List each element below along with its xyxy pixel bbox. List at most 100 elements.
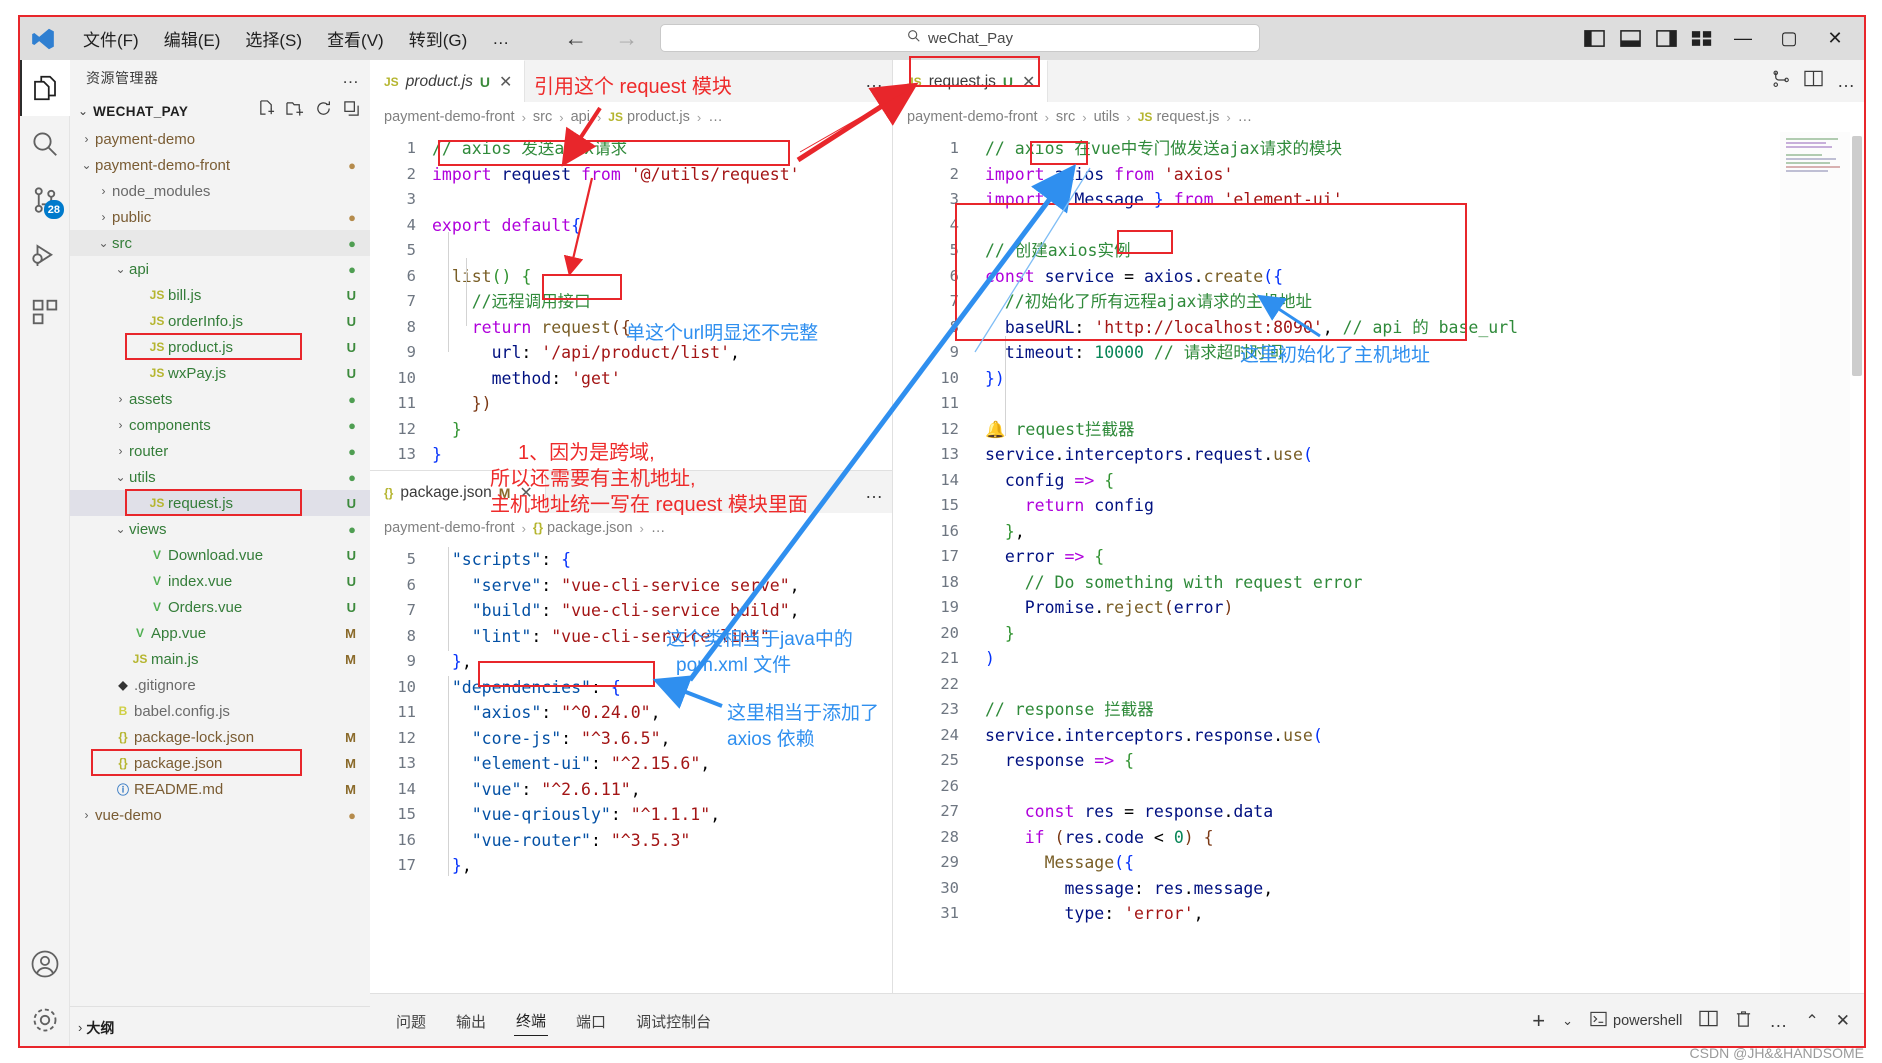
tab-product-js[interactable]: JS product.js U ✕ xyxy=(370,60,526,102)
code-line[interactable]: }, xyxy=(432,649,472,675)
code-line[interactable]: import { Message } from 'element-ui' xyxy=(985,187,1343,213)
code-line[interactable]: } xyxy=(432,442,442,468)
code-line[interactable]: timeout: 10000 // 请求超时时间 xyxy=(985,340,1283,366)
editor-scrollbar[interactable] xyxy=(1850,132,1864,993)
tree-item-main-js[interactable]: JS main.js M xyxy=(70,646,370,672)
new-folder-icon[interactable] xyxy=(286,100,304,122)
search-input[interactable]: weChat_Pay xyxy=(660,24,1260,52)
split-pane-icon[interactable] xyxy=(1804,70,1823,92)
tree-item-request-js[interactable]: JS request.js U xyxy=(70,489,370,516)
close-button[interactable]: ✕ xyxy=(1812,17,1858,60)
code-line[interactable]: }) xyxy=(432,391,492,417)
tree-item-orderinfo-js[interactable]: JS orderInfo.js U xyxy=(70,308,370,334)
code-line[interactable]: "vue": "^2.6.11", xyxy=(432,777,641,803)
tree-item-src[interactable]: ⌄ src ● xyxy=(70,230,370,256)
code-line[interactable]: "core-js": "^3.6.5", xyxy=(432,726,671,752)
code-line[interactable]: "vue-router": "^3.5.3" xyxy=(432,828,691,854)
activity-settings[interactable] xyxy=(20,992,70,1048)
panel-tab-调试控制台[interactable]: 调试控制台 xyxy=(634,1007,713,1036)
breadcrumb-request[interactable]: payment-demo-front › src › utils › JS reque… xyxy=(893,102,1864,132)
panel-maximize-icon[interactable]: ⌃ xyxy=(1805,1011,1818,1031)
chevron-right-icon[interactable]: › xyxy=(78,1020,82,1035)
code-line[interactable]: response => { xyxy=(985,748,1134,774)
menu-bar[interactable]: 文件(F) 编辑(E) 选择(S) 查看(V) 转到(G) … xyxy=(72,22,520,55)
code-line[interactable]: "scripts": { xyxy=(432,547,571,573)
chevron-right-icon[interactable]: › xyxy=(95,184,112,198)
editor-more-actions-icon[interactable]: … xyxy=(865,482,884,503)
breadcrumb-item[interactable]: payment-demo-front xyxy=(907,109,1038,125)
code-line[interactable]: // response 拦截器 xyxy=(985,697,1154,723)
code-line[interactable]: } xyxy=(985,621,1015,647)
code-line[interactable]: }, xyxy=(985,519,1025,545)
refresh-icon[interactable] xyxy=(315,100,332,122)
chevron-right-icon[interactable]: › xyxy=(95,210,112,224)
breadcrumb-item[interactable]: utils xyxy=(1094,109,1120,125)
code-line[interactable]: method: 'get' xyxy=(432,366,621,392)
menu-more[interactable]: … xyxy=(481,25,520,53)
explorer-more-icon[interactable]: … xyxy=(342,68,360,88)
code-line[interactable]: Message({ xyxy=(985,850,1134,876)
code-line[interactable]: Promise.reject(error) xyxy=(985,595,1234,621)
tree-item-product-js[interactable]: JS product.js U xyxy=(70,333,370,360)
panel-tab-问题[interactable]: 问题 xyxy=(394,1007,428,1036)
menu-go[interactable]: 转到(G) xyxy=(398,22,479,55)
activity-run-debug[interactable] xyxy=(20,228,70,284)
code-line[interactable]: "vue-qriously": "^1.1.1", xyxy=(432,802,720,828)
chevron-down-icon[interactable]: ⌄ xyxy=(95,236,112,250)
menu-file[interactable]: 文件(F) xyxy=(72,22,150,55)
tree-item-router[interactable]: › router ● xyxy=(70,438,370,464)
breadcrumb-item[interactable]: src xyxy=(1056,109,1075,125)
panel-tab-输出[interactable]: 输出 xyxy=(454,1007,488,1036)
chevron-right-icon[interactable]: › xyxy=(78,808,95,822)
tab-close-icon[interactable]: ✕ xyxy=(499,72,512,92)
code-line[interactable]: service.interceptors.response.use( xyxy=(985,723,1323,749)
code-line[interactable]: if (res.code < 0) { xyxy=(985,825,1214,851)
editor-more-actions-icon[interactable]: … xyxy=(1837,71,1856,92)
tree-item-babel-config-js[interactable]: Bbabel.config.js xyxy=(70,698,370,724)
code-line[interactable]: ) xyxy=(985,646,995,672)
tree-item-payment-demo[interactable]: › payment-demo xyxy=(70,126,370,152)
chevron-down-icon[interactable]: ⌄ xyxy=(112,522,129,536)
chevron-down-icon[interactable]: ⌄ xyxy=(78,158,95,172)
breadcrumb-product[interactable]: payment-demo-front › src › api › JS product… xyxy=(370,102,892,132)
tab-close-icon[interactable]: ✕ xyxy=(1022,72,1035,92)
breadcrumb-item[interactable]: … xyxy=(1238,109,1253,125)
menu-view[interactable]: 查看(V) xyxy=(316,22,395,55)
breadcrumb-item[interactable]: … xyxy=(651,520,666,536)
code-line[interactable]: baseURL: 'http://localhost:8090', // api… xyxy=(985,315,1518,341)
code-line[interactable]: const res = response.data xyxy=(985,799,1273,825)
code-line[interactable]: "dependencies": { xyxy=(432,675,621,701)
maximize-button[interactable]: ▢ xyxy=(1766,17,1812,60)
tree-item-index-vue[interactable]: Vindex.vue U xyxy=(70,568,370,594)
panel-right-icon[interactable] xyxy=(1648,17,1684,60)
tree-item-package-json[interactable]: {} package.json M xyxy=(70,749,370,776)
tree-item-views[interactable]: ⌄ views ● xyxy=(70,516,370,542)
code-line[interactable]: const service = axios.create({ xyxy=(985,264,1283,290)
activity-search[interactable] xyxy=(20,116,70,172)
breadcrumb-item[interactable]: src xyxy=(533,109,552,125)
menu-selection[interactable]: 选择(S) xyxy=(234,22,313,55)
menu-edit[interactable]: 编辑(E) xyxy=(153,22,232,55)
chevron-down-icon[interactable]: ⌄ xyxy=(112,262,129,276)
panel-tabs[interactable]: 问题 输出 终端 端口 调试控制台 xyxy=(370,1006,713,1036)
code-line[interactable]: import axios from 'axios' xyxy=(985,162,1233,188)
code-line[interactable]: "serve": "vue-cli-service serve", xyxy=(432,573,800,599)
tree-item-wxpay-js[interactable]: JS wxPay.js U xyxy=(70,360,370,386)
chevron-right-icon[interactable]: › xyxy=(112,444,129,458)
tree-item-api[interactable]: ⌄ api ● xyxy=(70,256,370,282)
tab-request-js[interactable]: JS request.js U ✕ xyxy=(893,60,1049,102)
code-line[interactable]: } xyxy=(432,417,462,443)
terminal-dropdown-icon[interactable]: ⌄ xyxy=(1562,1013,1573,1029)
code-line[interactable]: return request({ xyxy=(432,315,631,341)
tree-item-utils[interactable]: ⌄ utils ● xyxy=(70,464,370,490)
code-request-js[interactable]: 1 // axios 在vue中专门做发送ajax请求的模块 2 import axi… xyxy=(893,132,1864,993)
code-line[interactable]: //初始化了所有远程ajax请求的主机地址 xyxy=(985,289,1312,315)
activity-source-control[interactable]: 28 xyxy=(20,172,70,228)
workspace-section-header[interactable]: ⌄ WECHAT_PAY xyxy=(70,96,370,126)
code-line[interactable]: "element-ui": "^2.15.6", xyxy=(432,751,710,777)
terminal-shell-selector[interactable]: powershell xyxy=(1590,1011,1682,1031)
code-line[interactable]: 🔔 request拦截器 xyxy=(985,417,1135,443)
tree-item--gitignore[interactable]: ◆ .gitignore xyxy=(70,672,370,698)
editor-layout-icon[interactable] xyxy=(1684,17,1720,60)
breadcrumb-item[interactable]: payment-demo-front xyxy=(384,520,515,536)
